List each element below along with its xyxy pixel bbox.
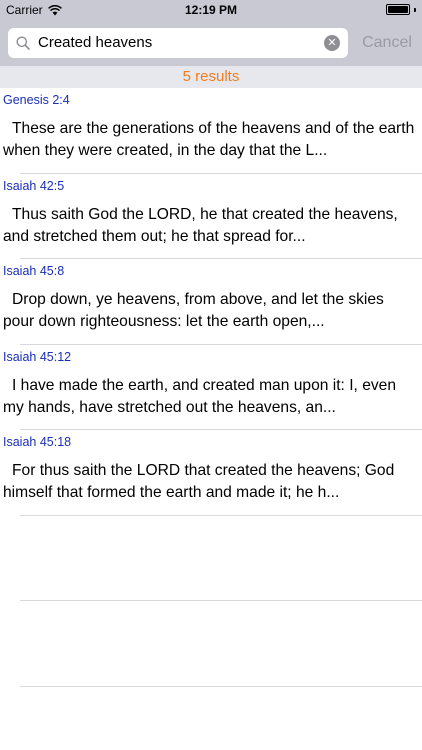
empty-row <box>20 516 422 601</box>
result-text: Thus saith God the LORD, he that created… <box>3 205 398 245</box>
result-text: Drop down, ye heavens, from above, and l… <box>3 291 384 330</box>
result-reference: Isaiah 42:5 <box>3 178 65 193</box>
clear-icon[interactable]: ✕ <box>324 35 340 51</box>
status-bar: Carrier 12:19 PM <box>0 0 422 20</box>
search-bar: Created heavens ✕ Cancel <box>0 20 422 66</box>
battery-fill <box>388 6 408 13</box>
result-reference: Genesis 2:4 <box>3 93 70 107</box>
status-time: 12:19 PM <box>184 3 238 17</box>
list-item[interactable]: Isaiah 45:18 For thus saith the LORD tha… <box>3 430 422 516</box>
result-reference: Isaiah 45:12 <box>3 349 72 364</box>
result-reference: Isaiah 45:8 <box>3 264 65 278</box>
search-icon <box>16 36 30 50</box>
list-item[interactable]: Genesis 2:4 These are the generations of… <box>3 88 422 174</box>
search-input[interactable]: Created heavens ✕ <box>8 28 348 58</box>
result-text: These are the generations of the heavens… <box>3 120 415 159</box>
result-text: For thus saith the LORD that created the… <box>3 462 395 501</box>
battery-icon <box>386 4 410 15</box>
list-item[interactable]: Isaiah 45:12 I have made the earth, and … <box>3 345 422 430</box>
battery-tip <box>414 7 416 12</box>
list-item[interactable]: Isaiah 45:8 Drop down, ye heavens, from … <box>3 259 422 345</box>
result-text: I have made the earth, and created man u… <box>3 376 397 416</box>
cancel-button[interactable]: Cancel <box>356 32 418 54</box>
search-query: Created heavens <box>38 34 153 51</box>
list-item[interactable]: Isaiah 42:5 Thus saith God the LORD, he … <box>3 174 422 259</box>
results-count: 5 results <box>0 66 422 88</box>
status-right <box>386 4 416 15</box>
result-reference: Isaiah 45:18 <box>3 435 72 449</box>
empty-row <box>20 601 422 687</box>
results-list: Genesis 2:4 These are the generations of… <box>0 88 422 687</box>
